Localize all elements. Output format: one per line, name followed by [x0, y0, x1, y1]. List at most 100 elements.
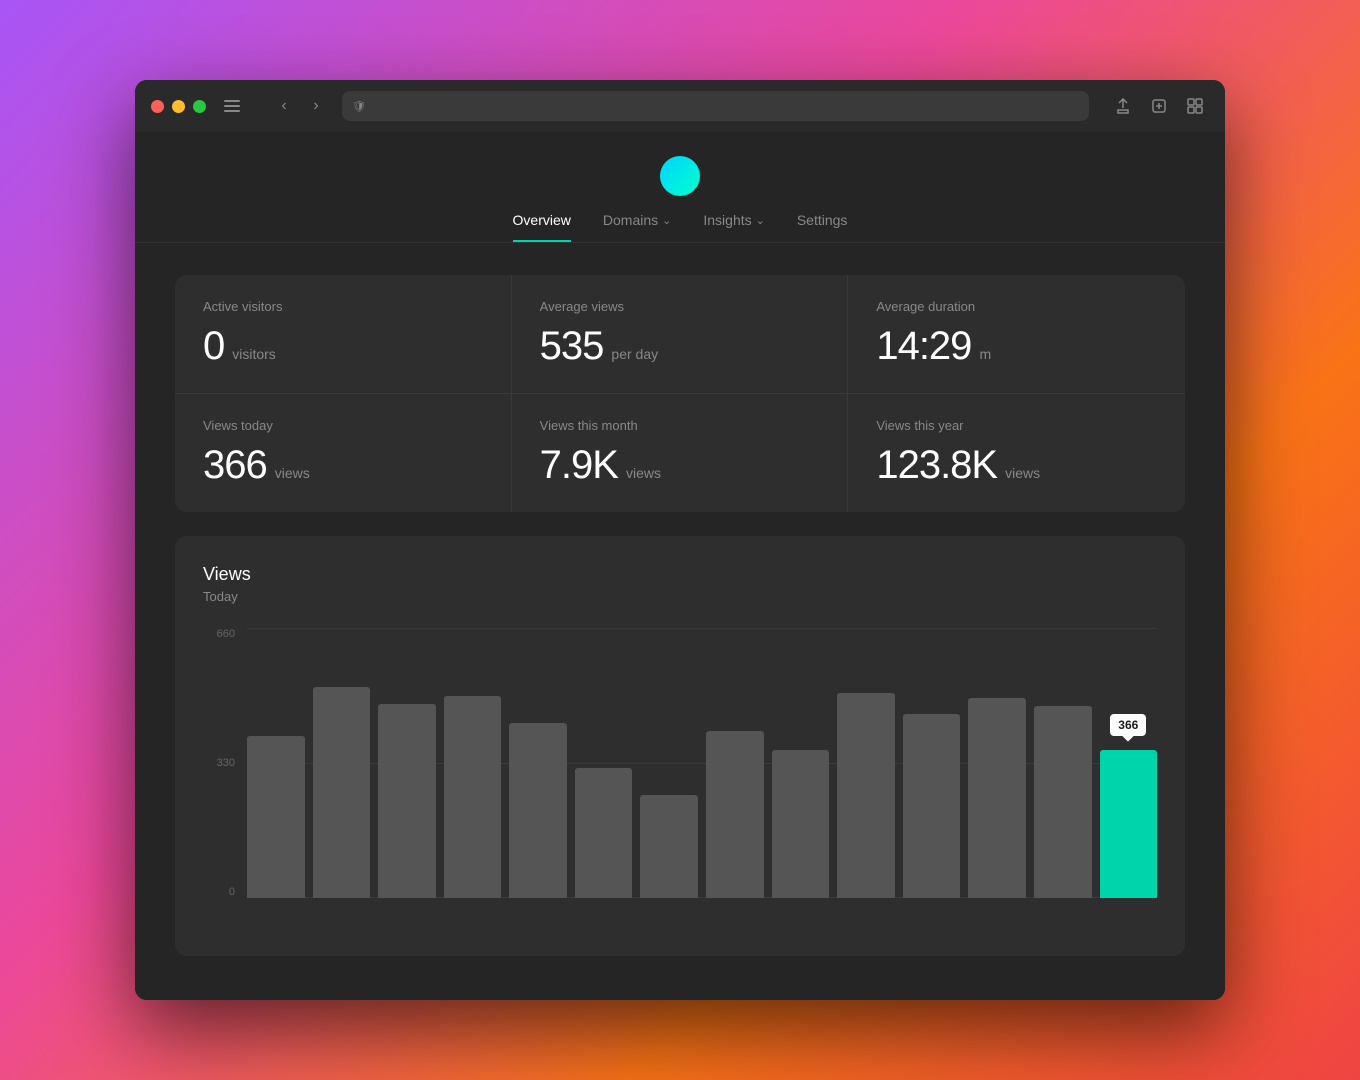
stat-unit-avg-duration: m [979, 346, 991, 362]
stat-label-active-visitors: Active visitors [203, 299, 483, 314]
bar-wrapper[interactable] [640, 628, 698, 898]
bar [509, 723, 567, 899]
stat-label-avg-views: Average views [540, 299, 820, 314]
nav-item-domains[interactable]: Domains ⌄ [603, 212, 671, 242]
nav-item-insights[interactable]: Insights ⌄ [703, 212, 764, 242]
new-tab-icon[interactable] [1145, 92, 1173, 120]
browser-nav-buttons: ‹ › [270, 92, 330, 120]
tab-overview-icon[interactable] [1181, 92, 1209, 120]
bar-wrapper[interactable] [575, 628, 633, 898]
stat-number-views-month: 7.9K [540, 443, 618, 488]
back-button[interactable]: ‹ [270, 92, 298, 120]
chart-y-labels: 660 330 0 [203, 628, 243, 898]
nav-label-overview: Overview [513, 212, 571, 228]
stat-unit-avg-views: per day [611, 346, 658, 362]
y-label-660: 660 [217, 628, 235, 640]
bar [903, 714, 961, 898]
stat-unit-active-visitors: visitors [232, 346, 276, 362]
bar-tooltip: 366 [1110, 714, 1146, 736]
stat-cell-avg-duration: Average duration 14:29 m [848, 275, 1185, 394]
stat-value-views-year: 123.8K views [876, 443, 1157, 488]
stat-label-views-year: Views this year [876, 418, 1157, 433]
stat-value-avg-views: 535 per day [540, 324, 820, 369]
forward-button[interactable]: › [302, 92, 330, 120]
main-content: Active visitors 0 visitors Average views… [135, 243, 1225, 1000]
chevron-down-icon: ⌄ [756, 214, 765, 227]
stat-value-avg-duration: 14:29 m [876, 324, 1157, 369]
stat-unit-views-month: views [626, 465, 661, 481]
nav-label-insights: Insights [703, 212, 751, 228]
stat-cell-active-visitors: Active visitors 0 visitors [175, 275, 512, 394]
bar [1034, 706, 1092, 898]
stats-grid: Active visitors 0 visitors Average views… [175, 275, 1185, 512]
chart-subtitle: Today [203, 589, 1157, 604]
bar [837, 693, 895, 898]
nav-item-settings[interactable]: Settings [797, 212, 848, 242]
stat-unit-views-year: views [1005, 465, 1040, 481]
stat-value-views-today: 366 views [203, 443, 483, 488]
chart-container: Views Today 660 330 0 [175, 536, 1185, 956]
stat-cell-views-month: Views this month 7.9K views [512, 394, 849, 512]
bar-wrapper[interactable] [706, 628, 764, 898]
stat-number-active-visitors: 0 [203, 324, 224, 369]
bar-wrapper[interactable] [903, 628, 961, 898]
sidebar-toggle-button[interactable] [218, 92, 246, 120]
bar-wrapper[interactable] [1034, 628, 1092, 898]
bar-wrapper[interactable] [968, 628, 1026, 898]
bar [313, 687, 371, 898]
y-label-0: 0 [229, 886, 235, 898]
address-bar[interactable]: 🛡 [342, 91, 1089, 121]
minimize-button[interactable] [172, 100, 185, 113]
stat-label-views-today: Views today [203, 418, 483, 433]
stat-value-active-visitors: 0 visitors [203, 324, 483, 369]
nav-item-overview[interactable]: Overview [513, 212, 571, 242]
bar [706, 731, 764, 898]
chevron-down-icon: ⌄ [662, 214, 671, 227]
bar [968, 698, 1026, 898]
bar [640, 795, 698, 898]
share-icon[interactable] [1109, 92, 1137, 120]
browser-window: ‹ › 🛡 [135, 80, 1225, 1000]
bar-wrapper[interactable] [378, 628, 436, 898]
bar [575, 768, 633, 898]
bar-wrapper[interactable] [313, 628, 371, 898]
toolbar-right [1109, 92, 1209, 120]
bar-wrapper[interactable]: 366 [1100, 628, 1158, 898]
stat-unit-views-today: views [275, 465, 310, 481]
app-logo [660, 156, 700, 196]
bar-wrapper[interactable] [444, 628, 502, 898]
app-header: Overview Domains ⌄ Insights ⌄ Settings [135, 132, 1225, 243]
close-button[interactable] [151, 100, 164, 113]
stat-cell-avg-views: Average views 535 per day [512, 275, 849, 394]
chart-area: 660 330 0 366 [203, 628, 1157, 928]
stat-number-views-today: 366 [203, 443, 267, 488]
traffic-lights [151, 100, 206, 113]
nav-label-domains: Domains [603, 212, 658, 228]
bar [444, 696, 502, 899]
active-bar: 366 [1100, 750, 1158, 899]
stat-number-avg-duration: 14:29 [876, 324, 971, 369]
chart-bars-area: 366 [247, 628, 1157, 898]
fullscreen-button[interactable] [193, 100, 206, 113]
bar [772, 750, 830, 899]
stat-number-views-year: 123.8K [876, 443, 997, 488]
bar [378, 704, 436, 898]
chart-title: Views [203, 564, 1157, 585]
stat-label-views-month: Views this month [540, 418, 820, 433]
y-label-330: 330 [217, 757, 235, 769]
stat-number-avg-views: 535 [540, 324, 604, 369]
bar-wrapper[interactable] [772, 628, 830, 898]
address-input[interactable] [372, 99, 1079, 113]
bar-wrapper[interactable] [509, 628, 567, 898]
bar-wrapper[interactable] [247, 628, 305, 898]
nav-label-settings: Settings [797, 212, 848, 228]
bar [247, 736, 305, 898]
stat-cell-views-today: Views today 366 views [175, 394, 512, 512]
stat-label-avg-duration: Average duration [876, 299, 1157, 314]
browser-content: Overview Domains ⌄ Insights ⌄ Settings [135, 132, 1225, 1000]
app-nav: Overview Domains ⌄ Insights ⌄ Settings [513, 212, 848, 242]
stat-cell-views-year: Views this year 123.8K views [848, 394, 1185, 512]
shield-icon: 🛡 [352, 100, 366, 113]
bar-wrapper[interactable] [837, 628, 895, 898]
stat-value-views-month: 7.9K views [540, 443, 820, 488]
